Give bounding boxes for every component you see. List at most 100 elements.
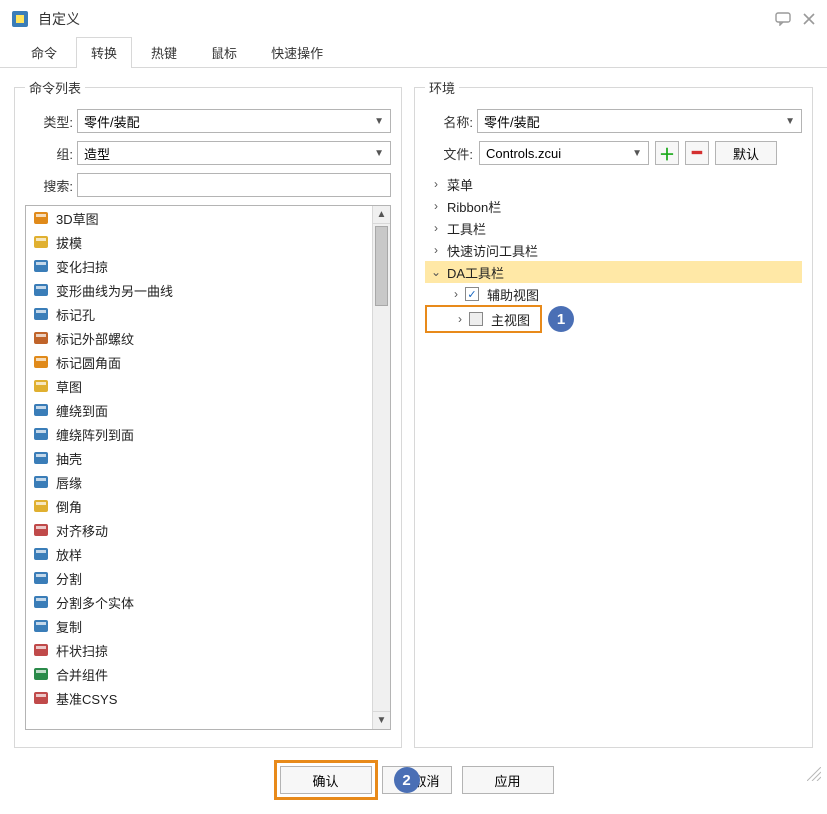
env-file-select[interactable]: Controls.zcui ▼ [479,141,649,165]
command-item[interactable]: 放样 [26,542,372,566]
command-item[interactable]: 对齐移动 [26,518,372,542]
tree-label: 工具栏 [443,219,490,238]
group-select[interactable]: 造型 ▼ [77,141,391,165]
command-label: 合并组件 [56,665,108,684]
command-item[interactable]: 倒角 [26,494,372,518]
command-list-panel: 命令列表 类型: 零件/装配 ▼ 组: 造型 ▼ 搜索: 3D草图拔模变化扫掠变… [14,78,402,748]
command-icon [32,689,50,707]
command-label: 基准CSYS [56,689,117,708]
tree-row[interactable]: ›Ribbon栏 [425,195,802,217]
command-item[interactable]: 抽壳 [26,446,372,470]
tree-row[interactable]: ›✓ 辅助视图 [425,283,802,305]
apply-button[interactable]: 应用 [462,766,554,794]
callout-2: 2 [394,767,420,793]
ok-button[interactable]: 确认 [280,766,372,794]
add-button[interactable]: ＋ [655,141,679,165]
env-name-select[interactable]: 零件/装配 ▼ [477,109,802,133]
command-item[interactable]: 杆状扫掠 [26,638,372,662]
caret-down-icon: ▼ [374,148,384,159]
command-item[interactable]: 缠绕到面 [26,398,372,422]
tab-bar: 命令转换热键鼠标快速操作 [0,38,827,68]
command-label: 标记外部螺纹 [56,329,134,348]
scroll-up-icon[interactable]: ▲ [373,206,390,224]
type-select[interactable]: 零件/装配 ▼ [77,109,391,133]
tab-4[interactable]: 快速操作 [256,37,338,68]
command-item[interactable]: 合并组件 [26,662,372,686]
command-item[interactable]: 草图 [26,374,372,398]
tree-label: 辅助视图 [483,285,543,304]
command-item[interactable]: 缠绕阵列到面 [26,422,372,446]
tree-label: 菜单 [443,175,477,194]
tree-label: 主视图 [487,310,534,329]
plus-icon: ＋ [659,141,675,165]
command-label: 草图 [56,377,82,396]
environment-tree[interactable]: ›菜单›Ribbon栏›工具栏›快速访问工具栏⌄DA工具栏›✓辅助视图›主视图1 [425,173,802,333]
command-item[interactable]: 拔模 [26,230,372,254]
command-item[interactable]: 分割多个实体 [26,590,372,614]
search-label: 搜索: [25,176,73,195]
tree-row[interactable]: › 主视图 [429,308,534,330]
command-icon [32,665,50,683]
command-list-legend: 命令列表 [25,78,85,97]
command-item[interactable]: 唇缘 [26,470,372,494]
command-icon [32,569,50,587]
command-icon [32,209,50,227]
command-icon [32,329,50,347]
default-button[interactable]: 默认 [715,141,777,165]
callout-1: 1 [548,306,574,332]
scroll-down-icon[interactable]: ▼ [373,711,390,729]
command-item[interactable]: 标记外部螺纹 [26,326,372,350]
chevron-right-icon[interactable]: › [429,199,443,213]
tree-row[interactable]: ›快速访问工具栏 [425,239,802,261]
command-item[interactable]: 复制 [26,614,372,638]
tab-2[interactable]: 热键 [136,37,192,68]
remove-button[interactable]: ━ [685,141,709,165]
minus-icon: ━ [692,143,702,163]
command-item[interactable]: 变形曲线为另一曲线 [26,278,372,302]
chevron-right-icon[interactable]: › [429,177,443,191]
resize-grip-icon[interactable] [807,767,821,781]
feedback-icon[interactable] [775,11,791,27]
command-item[interactable]: 基准CSYS [26,686,372,710]
chevron-right-icon[interactable]: › [453,312,467,326]
tab-3[interactable]: 鼠标 [196,37,252,68]
tree-checkbox[interactable] [469,312,483,326]
command-icon [32,449,50,467]
command-label: 放样 [56,545,82,564]
env-file-value: Controls.zcui [486,146,561,161]
command-icon [32,545,50,563]
command-item[interactable]: 3D草图 [26,206,372,230]
env-name-value: 零件/装配 [484,112,540,131]
tab-0[interactable]: 命令 [16,37,72,68]
command-icon [32,497,50,515]
chevron-right-icon[interactable]: › [449,287,463,301]
tree-row[interactable]: ⌄DA工具栏 [425,261,802,283]
env-name-label: 名称: [425,112,473,131]
tree-checkbox[interactable]: ✓ [465,287,479,301]
command-item[interactable]: 分割 [26,566,372,590]
command-listbox[interactable]: 3D草图拔模变化扫掠变形曲线为另一曲线标记孔标记外部螺纹标记圆角面草图缠绕到面缠… [25,205,391,730]
chevron-down-icon[interactable]: ⌄ [429,265,443,279]
chevron-right-icon[interactable]: › [429,221,443,235]
command-icon [32,641,50,659]
tab-1[interactable]: 转换 [76,37,132,68]
command-label: 唇缘 [56,473,82,492]
chevron-right-icon[interactable]: › [429,243,443,257]
scroll-thumb[interactable] [375,226,388,306]
command-icon [32,353,50,371]
window-title: 自定义 [38,9,80,29]
command-icon [32,593,50,611]
search-input[interactable] [77,173,391,197]
command-item[interactable]: 变化扫掠 [26,254,372,278]
type-select-value: 零件/装配 [84,112,140,131]
command-icon [32,617,50,635]
tree-label: 快速访问工具栏 [443,241,542,260]
command-item[interactable]: 标记圆角面 [26,350,372,374]
scrollbar[interactable]: ▲ ▼ [372,206,390,729]
command-item[interactable]: 标记孔 [26,302,372,326]
tree-row[interactable]: ›工具栏 [425,217,802,239]
tree-row[interactable]: ›菜单 [425,173,802,195]
close-icon[interactable] [801,11,817,27]
command-icon [32,473,50,491]
caret-down-icon: ▼ [632,148,642,159]
